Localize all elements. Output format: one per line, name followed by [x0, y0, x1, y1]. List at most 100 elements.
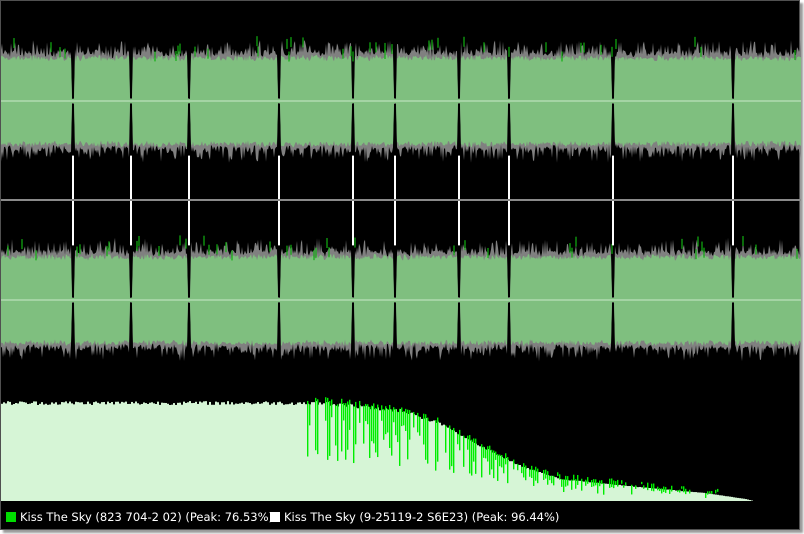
- spectrum-bar: [193, 402, 195, 501]
- spectrum-peak: [495, 451, 497, 460]
- spectrum-peak: [513, 459, 515, 470]
- spectrum-peak: [595, 479, 597, 486]
- legend-item-track2: Kiss The Sky (9-25119-2 S6E23) (Peak: 96…: [270, 507, 559, 527]
- spectrum-peak: [685, 488, 687, 495]
- spectrum-bar: [49, 404, 51, 501]
- spectrum-bar: [311, 402, 313, 501]
- spectrum-bar: [73, 404, 75, 501]
- spectrum-bar: [291, 402, 293, 501]
- spectrum-bar: [107, 401, 109, 501]
- spectrum-bar: [195, 401, 197, 501]
- spectrum-peak: [601, 480, 603, 485]
- spectrum-peak: [663, 486, 665, 492]
- spectrum-peak: [395, 408, 397, 436]
- spectrum-bar: [289, 403, 291, 501]
- spectrum-bar: [331, 404, 333, 501]
- legend-swatch-track2: [270, 512, 280, 522]
- spectrum-peak: [547, 471, 549, 485]
- spectrum-bar: [695, 492, 697, 501]
- spectrum-bar: [109, 403, 111, 501]
- spectrum-peak: [463, 435, 465, 467]
- spectrum-peak: [561, 478, 563, 487]
- waveform-right-channel: [1, 201, 801, 362]
- spectrum-peak: [671, 485, 673, 492]
- spectrum-peak: [355, 401, 357, 445]
- spectrum-bar: [461, 435, 463, 501]
- spectrum-bar: [627, 486, 629, 501]
- spectrum-bar: [511, 461, 513, 501]
- spectrum-bar: [727, 496, 729, 501]
- spectrum-peak: [369, 406, 371, 458]
- spectrum-peak: [581, 478, 583, 491]
- spectrum-peak: [681, 486, 683, 489]
- spectrum-peak: [683, 486, 685, 493]
- spectrum-peak: [523, 463, 525, 478]
- spectrum-peak: [353, 406, 355, 464]
- spectrum-peak: [381, 405, 383, 421]
- spectrum-bar: [245, 402, 247, 501]
- spectrum-peak: [651, 483, 653, 491]
- spectrum-bar: [219, 404, 221, 501]
- spectrum-bar: [189, 401, 191, 501]
- spectrum-bar: [13, 403, 15, 501]
- spectrum-bar: [723, 495, 725, 501]
- spectrum-bar: [319, 402, 321, 501]
- spectrum-peak: [631, 484, 633, 495]
- spectrum-bar: [305, 404, 307, 501]
- spectrum-bar: [173, 403, 175, 501]
- spectrum-peak: [327, 397, 329, 460]
- spectrum-bar: [111, 402, 113, 501]
- spectrum-bar: [225, 404, 227, 501]
- spectrum-bar: [667, 489, 669, 501]
- spectrum-bar: [17, 403, 19, 501]
- spectrum-bar: [683, 491, 685, 501]
- spectrum-bar: [97, 402, 99, 501]
- spectrum-peak: [647, 482, 649, 491]
- spectrum-bar: [527, 468, 529, 501]
- spectrum-bar: [133, 403, 135, 501]
- spectrum-peak: [419, 416, 421, 436]
- spectrum-bar: [33, 401, 35, 501]
- spectrum-peak: [563, 479, 565, 493]
- spectrum-peak: [657, 486, 659, 491]
- spectrum-peak: [635, 485, 637, 489]
- spectrum-peak: [475, 438, 477, 474]
- spectrum-bar: [243, 403, 245, 501]
- spectrum-peak: [349, 399, 351, 430]
- spectrum-bar: [431, 421, 433, 501]
- spectrum-bar: [119, 403, 121, 501]
- spectrum-bar: [71, 403, 73, 501]
- spectrum-bar: [691, 491, 693, 501]
- spectrum-bar: [201, 402, 203, 501]
- spectrum-bar: [257, 402, 259, 501]
- spectrum-bar: [701, 492, 703, 501]
- spectrum-peak: [623, 484, 625, 488]
- spectrum-bar: [187, 402, 189, 501]
- spectrum-bar: [605, 483, 607, 501]
- spectrum-bar: [149, 402, 151, 501]
- spectrum-bar: [153, 403, 155, 501]
- spectrum-bar: [3, 402, 5, 501]
- spectrum-bar: [649, 488, 651, 501]
- spectrum-bar: [645, 487, 647, 501]
- spectrum-bar: [37, 404, 39, 501]
- spectrum-bar: [297, 402, 299, 501]
- spectrum-peak: [537, 468, 539, 484]
- spectrum-bar: [129, 403, 131, 501]
- spectrum-peak: [641, 481, 643, 485]
- spectrum-bar: [657, 488, 659, 501]
- spectrum-bar: [731, 496, 733, 501]
- spectrum-bar: [465, 438, 467, 501]
- spectrum-bar: [415, 415, 417, 501]
- spectrum-peak: [613, 480, 615, 489]
- spectrum-peak: [549, 475, 551, 481]
- spectrum-bar: [477, 445, 479, 501]
- spectrum-bar: [123, 402, 125, 501]
- spectrum-bar: [75, 401, 77, 501]
- spectrum-peak: [371, 405, 373, 442]
- spectrum-bar: [281, 403, 283, 501]
- legend-item-track1: Kiss The Sky (823 704-2 02) (Peak: 76.53…: [6, 507, 273, 527]
- spectrum-peak: [597, 482, 599, 494]
- spectrum-bar: [393, 409, 395, 501]
- spectrum-bar: [623, 485, 625, 501]
